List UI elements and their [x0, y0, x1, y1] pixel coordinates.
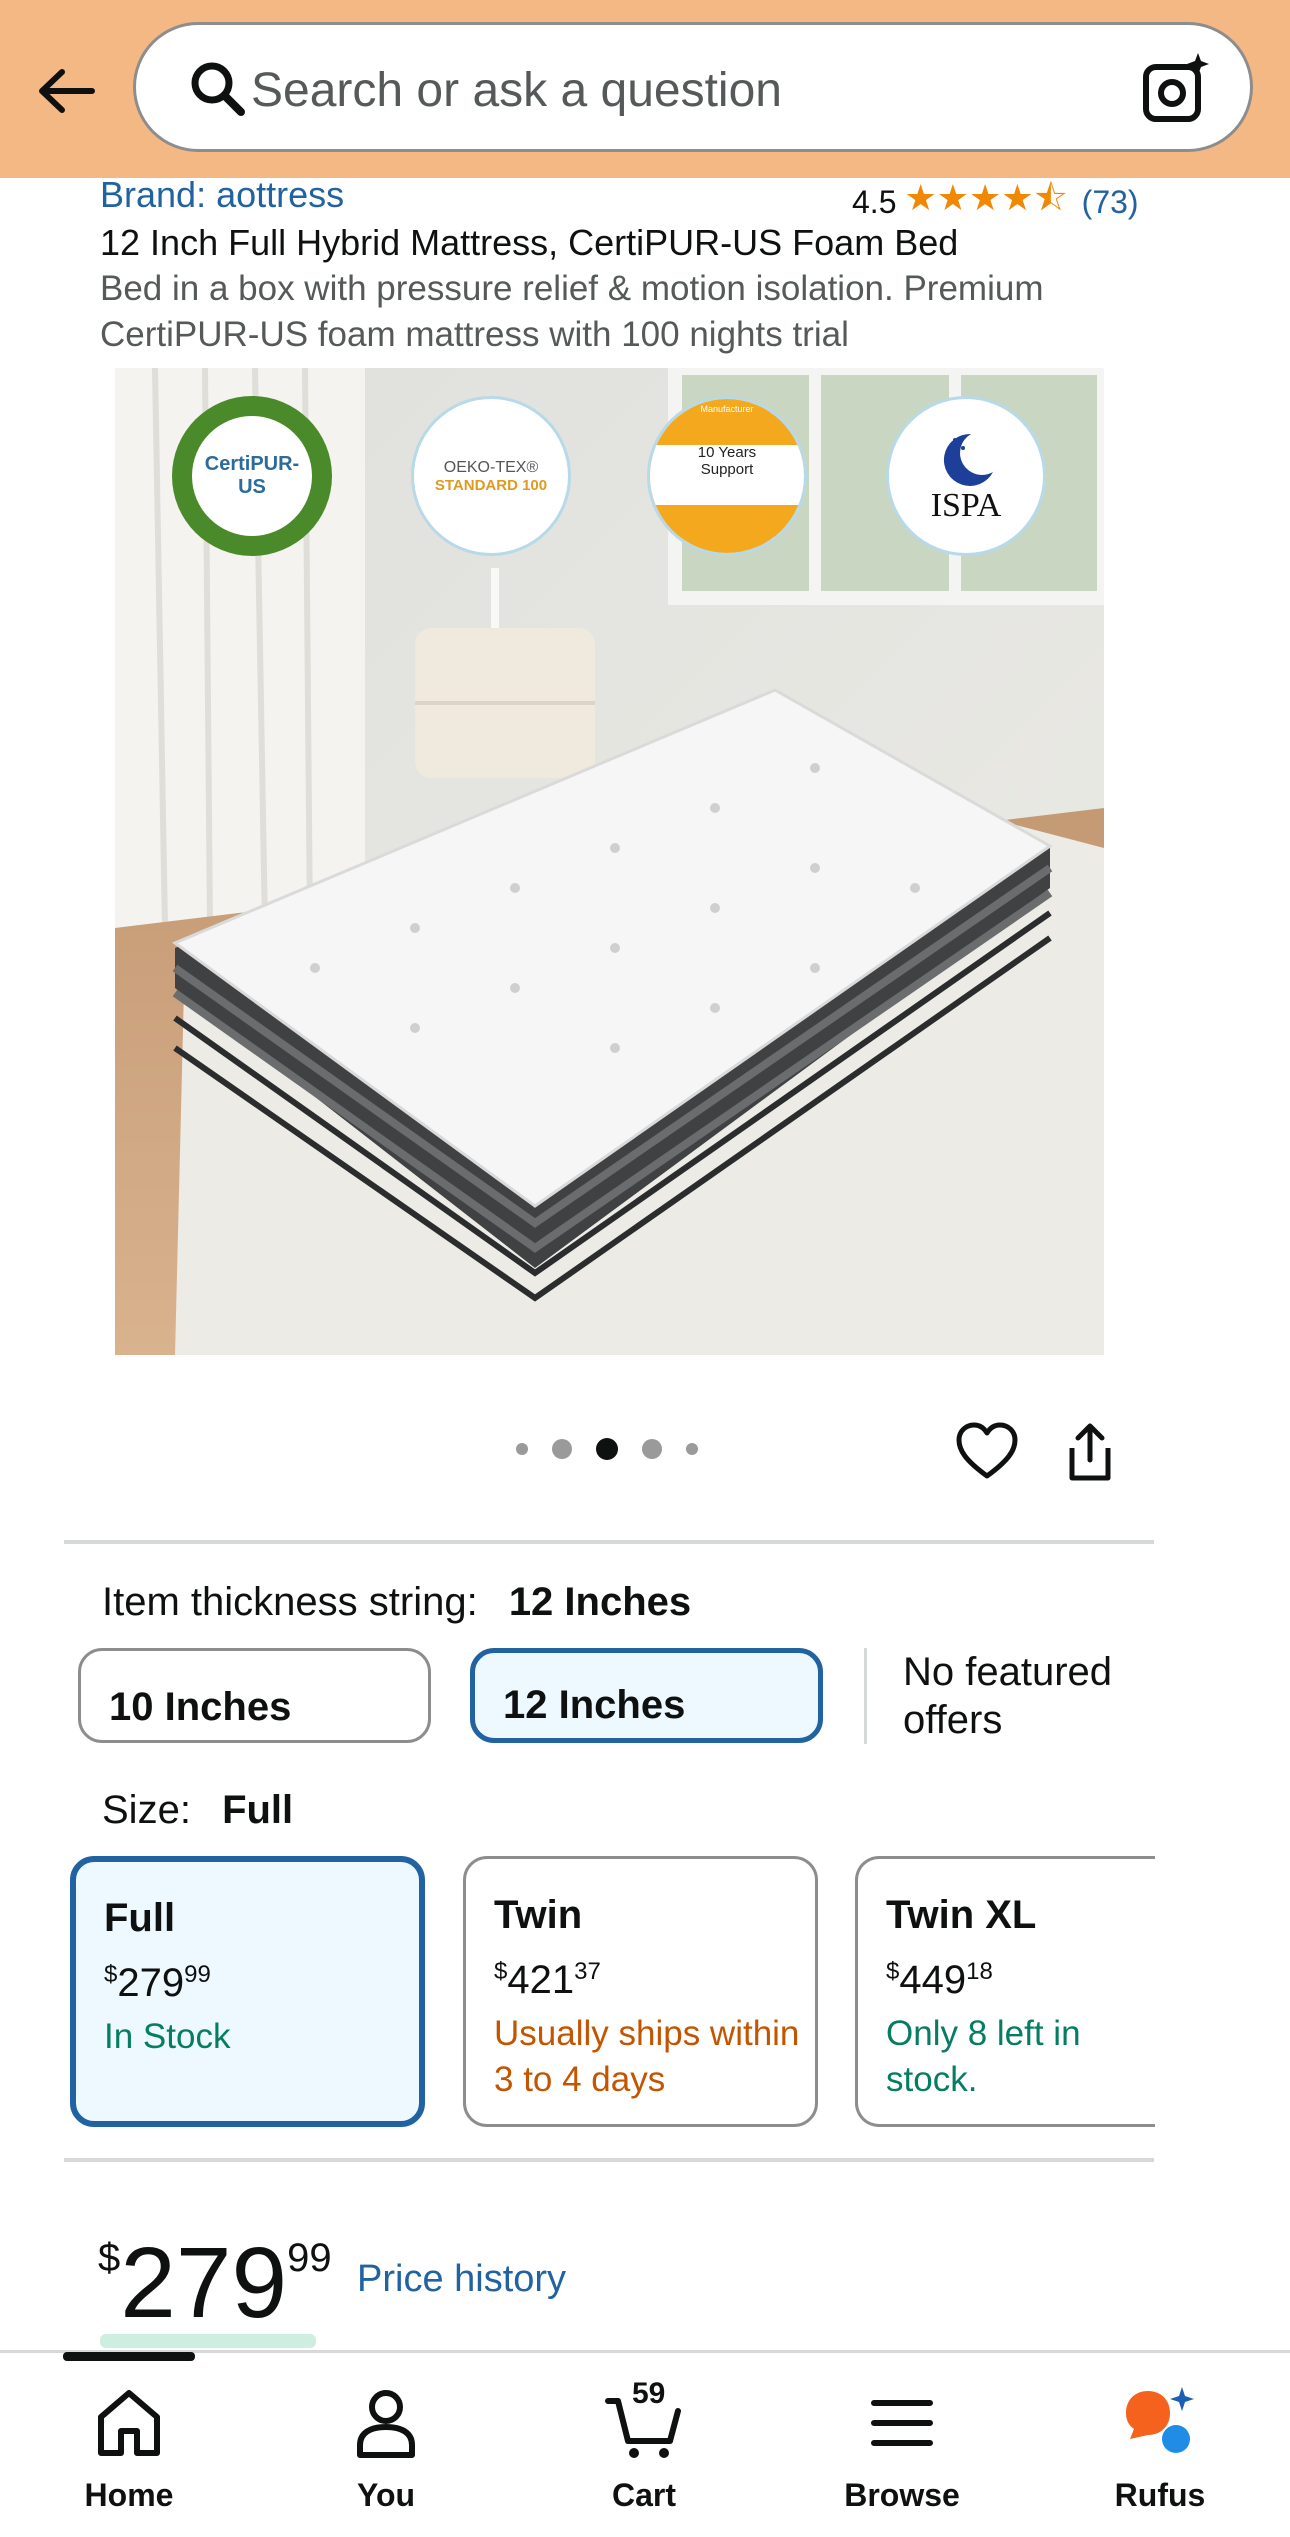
ispa-badge: ISPA [886, 396, 1046, 556]
nav-you-label: You [356, 2477, 416, 2513]
size-label: Size: Full [102, 1788, 293, 1833]
support-badge: Manufacturer 10 Years Support [647, 396, 807, 556]
rating-count-link[interactable]: (73) [1082, 184, 1139, 221]
no-featured-offers-label: No featured offers [903, 1650, 1113, 1742]
support-years-label: 10 Years [697, 444, 757, 461]
nav-home[interactable]: Home [29, 2383, 229, 2514]
thickness-option-10-inches[interactable]: 10 Inches [78, 1648, 431, 1743]
size-option-availability: Usually ships within 3 to 4 days [494, 2014, 800, 2099]
bottom-navigation: Home You 59 Cart Browse Rufus [0, 2350, 1290, 2537]
product-title: 12 Inch Full Hybrid Mattress, CertiPUR-U… [100, 222, 959, 263]
oeko-tex-standard-label: STANDARD 100 [434, 476, 548, 494]
rating-value: 4.5 [852, 184, 897, 220]
nav-rufus[interactable]: Rufus [1060, 2383, 1260, 2514]
thickness-label-text: Item thickness string: [102, 1580, 478, 1624]
size-option-twin[interactable]: Twin $42137 Usually ships within 3 to 4 … [463, 1856, 818, 2127]
size-option-name: Full [104, 1896, 176, 1940]
size-option-availability: Only 8 left in stock. [886, 2014, 1081, 2099]
thickness-label: Item thickness string: 12 Inches [102, 1580, 691, 1625]
price-currency: $ [98, 2236, 121, 2280]
back-arrow-icon [39, 69, 95, 113]
search-bar[interactable]: Search or ask a question [133, 22, 1253, 152]
camera-search-icon[interactable] [1136, 49, 1216, 129]
cart-count-badge: 59 [632, 2377, 666, 2410]
thickness-selected-value: 12 Inches [508, 1580, 692, 1624]
size-option-name: Twin [494, 1893, 583, 1937]
carousel-dot[interactable] [516, 1443, 528, 1455]
price-whole: 279 [120, 2227, 288, 2339]
certipur-badge: CertiPUR-US [172, 396, 332, 556]
section-divider [64, 1540, 1154, 1544]
scroll-indicator [63, 2352, 195, 2361]
support-label: Support [700, 461, 754, 478]
nav-browse-label: Browse [844, 2477, 960, 2513]
support-manufacturer-label: Manufacturer [700, 404, 754, 414]
thickness-option-label: 10 Inches [109, 1685, 292, 1729]
size-label-text: Size: [102, 1788, 191, 1832]
user-icon [357, 2390, 415, 2458]
no-featured-offers-text: No featured offers [903, 1648, 1163, 1744]
nav-home-label: Home [84, 2477, 174, 2513]
top-header: Search or ask a question [0, 0, 1290, 178]
image-carousel-dots [516, 1438, 698, 1460]
nav-you[interactable]: You [286, 2383, 486, 2514]
oeko-tex-label: OEKO-TEX® [443, 458, 539, 476]
brand-link[interactable]: Brand: aottress [100, 174, 344, 216]
home-icon [98, 2390, 160, 2456]
size-option-name: Twin XL [886, 1893, 1037, 1937]
nav-browse[interactable]: Browse [802, 2383, 1002, 2514]
search-input[interactable]: Search or ask a question [251, 63, 782, 119]
size-option-price: $44918 [886, 1958, 993, 2002]
nav-rufus-label: Rufus [1114, 2477, 1206, 2513]
carousel-dot[interactable] [686, 1443, 698, 1455]
thickness-option-12-inches[interactable]: 12 Inches [470, 1648, 823, 1743]
carousel-dot[interactable] [642, 1439, 662, 1459]
size-option-full[interactable]: Full $27999 In Stock [70, 1856, 425, 2127]
menu-icon [871, 2400, 933, 2446]
carousel-dot-active[interactable] [596, 1438, 618, 1460]
nav-cart-label: Cart [611, 2477, 676, 2513]
oeko-tex-badge: OEKO-TEX® STANDARD 100 [411, 396, 571, 556]
search-icon [191, 62, 245, 116]
moon-icon [943, 433, 993, 486]
product-price: $27999 [98, 2200, 332, 2341]
size-option-availability: In Stock [104, 2017, 231, 2056]
option-separator [864, 1648, 867, 1744]
size-option-twin-xl[interactable]: Twin XL $44918 Only 8 left in stock. [855, 1856, 1155, 2127]
section-divider [64, 2158, 1154, 2162]
share-icon[interactable] [1058, 1420, 1122, 1484]
ispa-label: ISPA [930, 487, 1002, 524]
cart-icon-wrap: 59 [604, 2377, 684, 2463]
rufus-icon [1126, 2387, 1194, 2453]
carousel-dot[interactable] [552, 1439, 572, 1459]
size-option-price: $42137 [494, 1958, 601, 2002]
product-image[interactable]: CertiPUR-US OEKO-TEX® STANDARD 100 Manuf… [115, 368, 1104, 1355]
size-selected-value: Full [222, 1788, 294, 1832]
back-button[interactable] [30, 55, 102, 127]
product-subtitle: Bed in a box with pressure relief & moti… [100, 269, 1044, 354]
wishlist-heart-icon[interactable] [955, 1420, 1019, 1484]
price-history-link[interactable]: Price history [357, 2258, 566, 2301]
certipur-label: CertiPUR-US [204, 453, 300, 498]
promo-badge [100, 2334, 316, 2348]
thickness-option-label: 12 Inches [503, 1683, 686, 1727]
size-option-price: $27999 [104, 1961, 211, 2005]
price-fraction: 99 [287, 2236, 332, 2280]
nav-cart[interactable]: 59 Cart [544, 2377, 744, 2514]
